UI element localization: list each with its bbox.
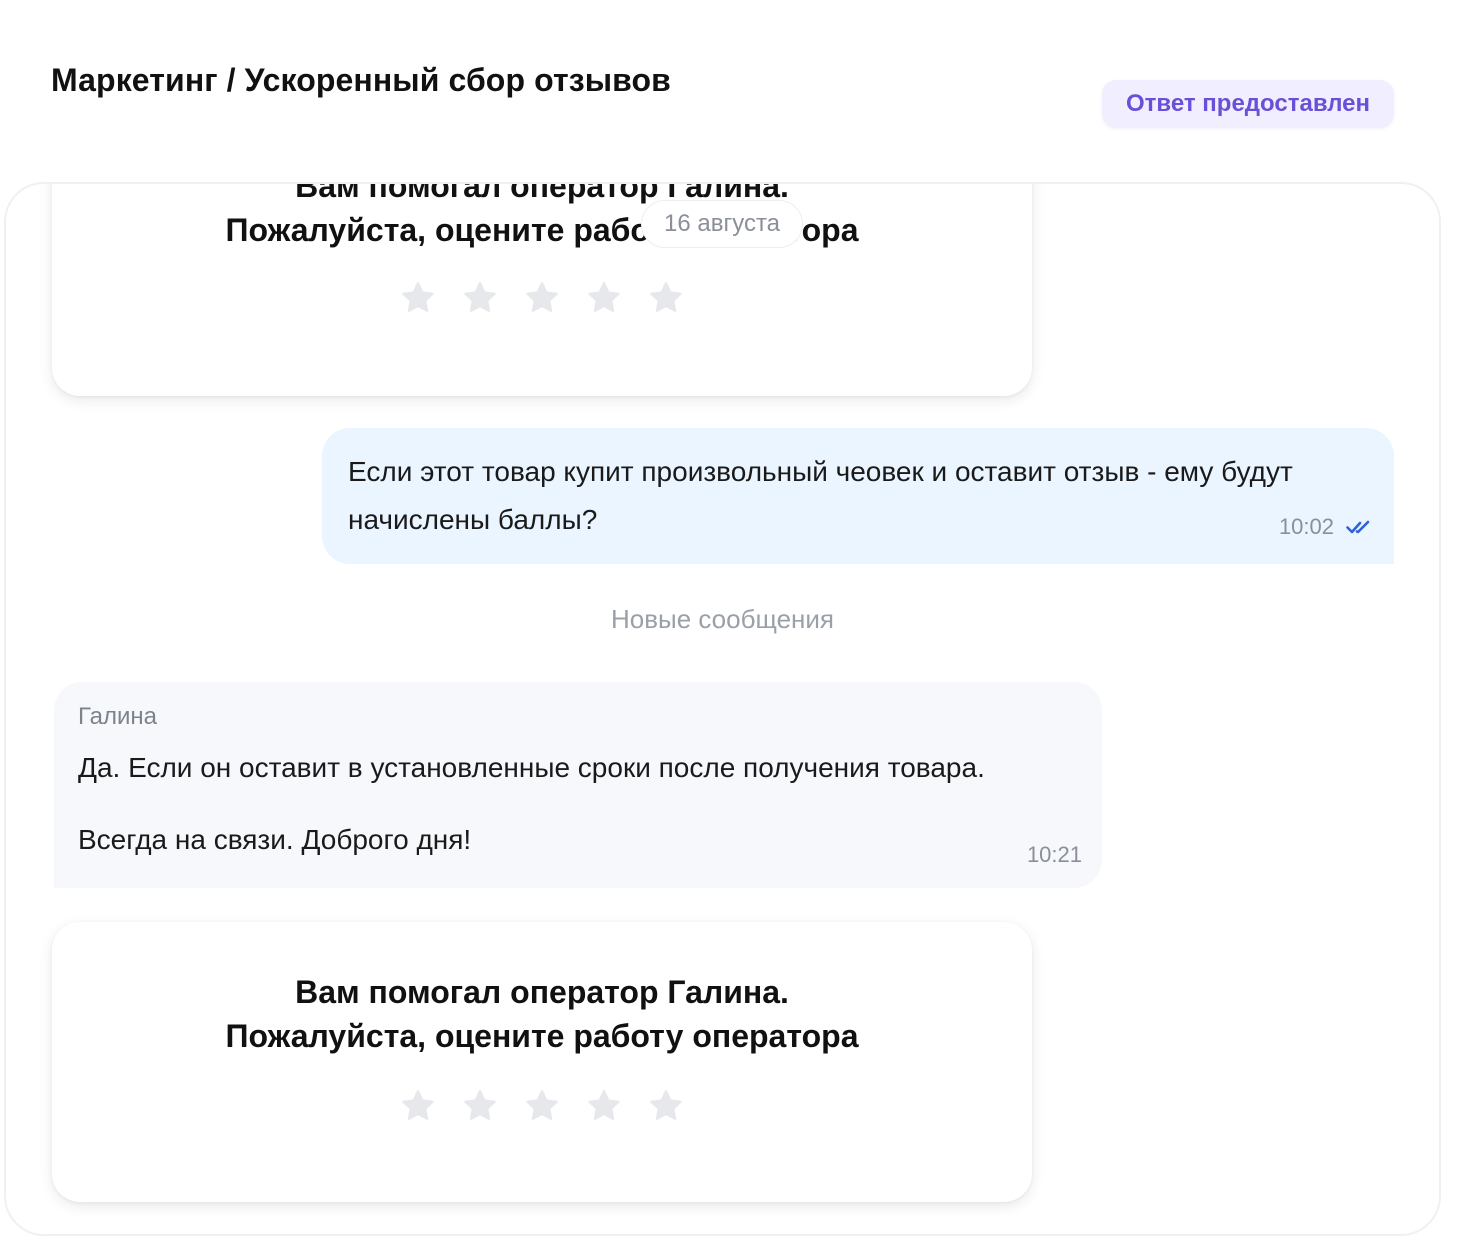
date-separator: 16 августа (641, 200, 804, 248)
rating-prompt-line2: Пожалуйста, оцените работу оператора (225, 212, 859, 248)
sender-name: Галина (78, 703, 158, 730)
star-icon[interactable] (524, 1088, 560, 1124)
rating-card-top: Вам помогал оператор Галина. Пожалуйста,… (52, 182, 1032, 396)
star-rating[interactable] (52, 1088, 1032, 1124)
new-messages-divider: Новые сообщения (610, 604, 835, 634)
breadcrumb: Маркетинг / Ускоренный сбор отзывов (51, 62, 671, 98)
message-meta: 10:02 (1279, 514, 1374, 540)
star-icon[interactable] (462, 1088, 498, 1124)
page: Маркетинг / Ускоренный сбор отзывов Отве… (0, 0, 1470, 1246)
incoming-message: Галина Да. Если он оставит в установленн… (54, 682, 1102, 888)
incoming-message-line2: Всегда на связи. Доброго дня! (78, 824, 472, 855)
star-rating[interactable] (52, 280, 1032, 316)
message-meta: 10:21 (1027, 842, 1082, 868)
star-icon[interactable] (400, 1088, 436, 1124)
incoming-message-line1: Да. Если он оставит в установленные срок… (78, 752, 985, 783)
outgoing-message: Если этот товар купит произвольный чеове… (322, 428, 1394, 564)
message-time: 10:21 (1026, 842, 1082, 867)
star-icon[interactable] (400, 280, 436, 316)
chat-panel[interactable]: Вам помогал оператор Галина. Пожалуйста,… (4, 182, 1441, 1236)
star-icon[interactable] (586, 1088, 622, 1124)
rating-prompt-line2: Пожалуйста, оцените работу оператора (225, 1018, 859, 1054)
message-time: 10:02 (1278, 514, 1334, 539)
star-icon[interactable] (648, 280, 684, 316)
star-icon[interactable] (524, 280, 560, 316)
rating-prompt-line1: Вам помогал оператор Галина. (295, 182, 789, 204)
star-icon[interactable] (648, 1088, 684, 1124)
star-icon[interactable] (462, 280, 498, 316)
status-badge: Ответ предоставлен (1102, 80, 1394, 128)
rating-prompt: Вам помогал оператор Галина. Пожалуйста,… (52, 182, 1032, 252)
star-icon[interactable] (586, 280, 622, 316)
rating-prompt-line1: Вам помогал оператор Галина. (295, 974, 789, 1010)
double-check-icon (1346, 518, 1374, 536)
outgoing-message-text: Если этот товар купит произвольный чеове… (348, 456, 1293, 535)
rating-card-bottom: Вам помогал оператор Галина. Пожалуйста,… (52, 922, 1032, 1202)
rating-prompt: Вам помогал оператор Галина. Пожалуйста,… (52, 970, 1032, 1058)
